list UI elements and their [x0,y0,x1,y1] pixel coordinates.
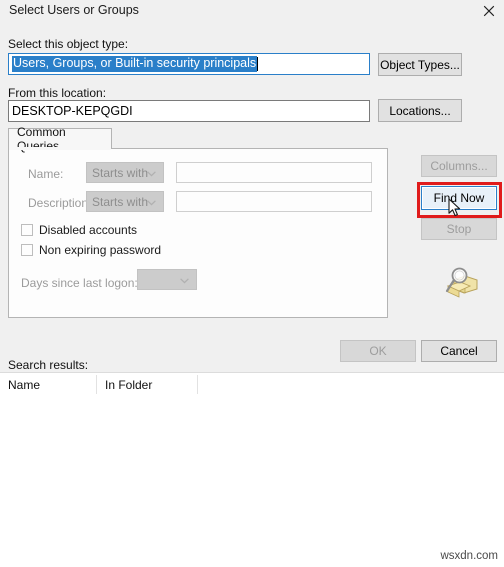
watermark: wsxdn.com [440,550,498,562]
disabled-accounts-checkbox[interactable] [21,224,33,236]
close-icon [483,5,495,17]
magnifier-folder-icon [440,266,480,302]
close-button[interactable] [474,0,504,21]
object-type-label: Select this object type: [8,37,129,51]
tab-seam [9,147,111,150]
object-type-input[interactable]: Users, Groups, or Built-in security prin… [8,53,370,75]
ok-button[interactable]: OK [340,340,416,362]
window-title: Select Users or Groups [9,3,139,17]
chevron-down-icon [147,166,156,180]
description-operator-select[interactable]: Starts with [86,191,164,212]
location-input-value: DESKTOP-KEPQGDI [12,104,133,118]
stop-button[interactable]: Stop [421,218,497,240]
description-value-input[interactable] [176,191,372,212]
description-label: Description: [28,196,92,210]
name-label: Name: [28,167,64,181]
object-types-button[interactable]: Object Types... [378,53,462,76]
chevron-down-icon [147,195,156,209]
non-expiring-password-checkbox-row[interactable]: Non expiring password [21,243,161,257]
days-since-last-logon-label: Days since last logon: [21,276,138,290]
name-value-input[interactable] [176,162,372,183]
column-divider[interactable] [197,375,198,394]
text-caret [257,57,259,71]
title-bar: Select Users or Groups [0,0,504,22]
disabled-accounts-checkbox-row[interactable]: Disabled accounts [21,223,137,237]
column-header-in-folder[interactable]: In Folder [97,373,197,396]
name-operator-select[interactable]: Starts with [86,162,164,183]
location-label: From this location: [8,86,107,100]
name-operator-value: Starts with [92,165,149,180]
description-operator-value: Starts with [92,194,149,209]
find-now-button[interactable]: Find Now [421,186,497,210]
object-type-input-value: Users, Groups, or Built-in security prin… [12,56,258,72]
tab-common-queries[interactable]: Common Queries [8,125,112,153]
chevron-down-icon [180,273,189,287]
results-column-header-row: Name In Folder [0,373,504,396]
non-expiring-password-checkbox[interactable] [21,244,33,256]
non-expiring-password-label: Non expiring password [39,243,162,257]
search-results-label: Search results: [8,358,89,372]
days-since-last-logon-select[interactable] [137,269,197,290]
columns-button[interactable]: Columns... [421,155,497,177]
location-input[interactable]: DESKTOP-KEPQGDI [8,100,370,122]
disabled-accounts-label: Disabled accounts [39,223,138,237]
column-header-name[interactable]: Name [0,373,96,396]
search-results-list[interactable]: Name In Folder [0,373,504,567]
cancel-button[interactable]: Cancel [421,340,497,362]
locations-button[interactable]: Locations... [378,99,462,122]
